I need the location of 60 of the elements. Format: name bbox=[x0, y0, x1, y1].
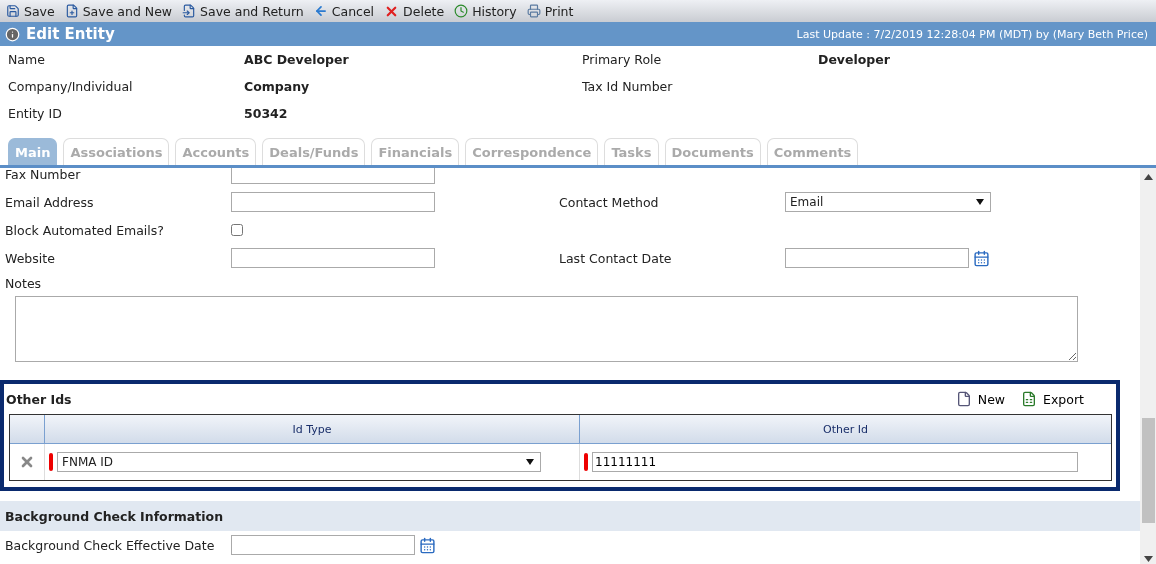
field-label: Primary Role bbox=[582, 52, 663, 67]
printer-icon bbox=[526, 4, 541, 18]
dropdown-caret-icon bbox=[526, 459, 534, 465]
scrollbar-thumb[interactable] bbox=[1142, 418, 1155, 523]
document-icon bbox=[955, 391, 972, 407]
document-arrow-icon bbox=[182, 4, 197, 18]
info-icon bbox=[5, 26, 20, 42]
last-update-text: Last Update : 7/2/2019 12:28:04 PM (MDT) by (Mary Beth Price) bbox=[796, 27, 1148, 41]
date-field[interactable] bbox=[785, 248, 969, 268]
toolbar-button[interactable]: Delete bbox=[384, 3, 445, 19]
field-label: Last Contact Date bbox=[559, 250, 673, 266]
field-label: Entity ID bbox=[8, 106, 63, 121]
clock-icon bbox=[454, 4, 469, 18]
field-value: Developer bbox=[818, 52, 891, 67]
text-field[interactable] bbox=[231, 192, 435, 212]
field-value: 50342 bbox=[244, 106, 289, 121]
document-plus-icon bbox=[64, 4, 79, 18]
scroll-up-icon[interactable] bbox=[1143, 174, 1153, 180]
field-label: Company/Individual bbox=[8, 79, 134, 94]
field-value: Company bbox=[244, 79, 311, 94]
date-field[interactable] bbox=[231, 535, 415, 555]
column-header: Id Type bbox=[44, 415, 579, 443]
required-marker bbox=[584, 453, 588, 471]
select-field[interactable]: FNMA ID bbox=[57, 452, 541, 472]
page-title: Edit Entity bbox=[26, 25, 115, 43]
spreadsheet-icon bbox=[1021, 391, 1038, 407]
field-label: Block Automated Emails? bbox=[5, 222, 165, 238]
toolbar-button[interactable]: History bbox=[454, 3, 517, 19]
field-label: Contact Method bbox=[559, 194, 660, 210]
dropdown-caret-icon bbox=[976, 199, 984, 205]
toolbar-button[interactable]: Save and New bbox=[64, 3, 173, 19]
text-field[interactable] bbox=[231, 248, 435, 268]
field-label: Background Check Effective Date bbox=[5, 537, 216, 553]
column-header: Other Id bbox=[579, 415, 1111, 443]
notes-field[interactable] bbox=[15, 296, 1078, 362]
toolbar-button[interactable]: Cancel bbox=[313, 3, 375, 19]
export-button[interactable]: Export bbox=[1021, 391, 1084, 407]
section-title: Background Check Information bbox=[0, 501, 1140, 531]
field-label: Email Address bbox=[5, 194, 95, 210]
scrollbar[interactable] bbox=[1140, 168, 1156, 564]
field-label: Name bbox=[8, 52, 46, 67]
required-marker bbox=[49, 453, 53, 471]
checkbox[interactable] bbox=[231, 224, 243, 236]
scroll-down-icon[interactable] bbox=[1143, 556, 1153, 562]
field-label: Website bbox=[5, 250, 56, 266]
toolbar-button[interactable]: Print bbox=[526, 3, 574, 19]
new-button[interactable]: New bbox=[955, 391, 1006, 407]
text-field[interactable] bbox=[231, 168, 435, 184]
field-label: Notes bbox=[5, 275, 43, 291]
field-label: Tax Id Number bbox=[582, 79, 674, 94]
toolbar-button[interactable]: Save bbox=[6, 3, 55, 19]
select-field[interactable]: Email bbox=[785, 192, 991, 212]
calendar-icon[interactable] bbox=[973, 249, 990, 267]
text-field[interactable]: 11111111 bbox=[592, 452, 1078, 472]
section-title: Other Ids bbox=[6, 391, 72, 407]
field-label: Fax Number bbox=[5, 168, 82, 182]
calendar-icon[interactable] bbox=[419, 536, 436, 554]
delete-row-icon[interactable] bbox=[19, 454, 35, 470]
toolbar-button[interactable]: Save and Return bbox=[182, 3, 304, 19]
field-value: ABC Developer bbox=[244, 52, 350, 67]
